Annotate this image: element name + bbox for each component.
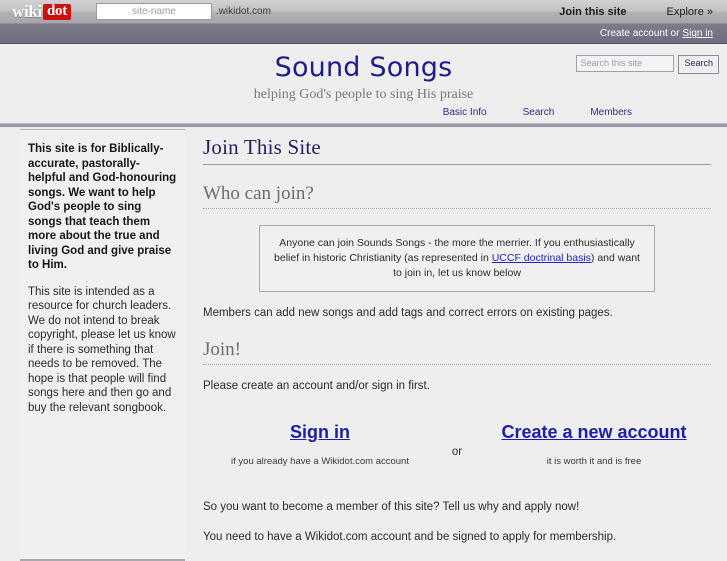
main-content: Join This Site Who can join? Anyone can … <box>203 129 711 561</box>
create-account-caption: it is worth it and is free <box>546 456 642 467</box>
wikidot-bar-right-links: Join this site Explore » <box>519 6 727 18</box>
site-header: Sound Songs helping God's people to sing… <box>0 44 727 127</box>
sidebar: This site is for Biblically-accurate, pa… <box>20 129 185 561</box>
explore-link[interactable]: Explore » <box>667 6 713 18</box>
sign-in-link-topbar[interactable]: Sign in <box>682 28 713 39</box>
top-navigation: Basic Info Search Members <box>443 107 632 118</box>
sidebar-lead-paragraph: This site is for Biblically-accurate, pa… <box>28 143 177 271</box>
uccf-doctrinal-basis-link[interactable]: UCCF doctrinal basis <box>492 252 591 264</box>
create-account-text: Create account or <box>599 28 680 39</box>
create-account-link[interactable]: Create a new account <box>501 422 686 443</box>
sidebar-second-paragraph: This site is intended as a resource for … <box>28 285 176 414</box>
site-search-widget: Search this site Search <box>576 55 719 74</box>
wikidot-logo-dot: dot <box>42 3 71 20</box>
page-body: This site is for Biblically-accurate, pa… <box>0 124 727 561</box>
account-requirement: You need to have a Wikidot.com account a… <box>203 531 617 543</box>
info-box: Anyone can join Sounds Songs - the more … <box>259 225 655 292</box>
wikidot-domain-suffix: .wikidot.com <box>215 6 271 17</box>
members-note: Members can add new songs and add tags a… <box>203 307 613 319</box>
join-instruction: Please create an account and/or sign in … <box>203 380 430 392</box>
site-name-input[interactable]: site-name <box>95 3 212 20</box>
nav-item-search[interactable]: Search <box>523 107 555 118</box>
section-heading-join: Join! <box>203 339 711 365</box>
nav-item-members[interactable]: Members <box>590 107 632 118</box>
search-input[interactable]: Search this site <box>576 55 675 72</box>
wikidot-logo-wiki: wiki <box>12 1 42 21</box>
wikidot-top-bar: wiki dot site-name .wikidot.com Join this… <box>0 0 727 24</box>
sign-in-link[interactable]: Sign in <box>290 422 350 443</box>
wikidot-logo[interactable]: wiki dot <box>12 2 71 22</box>
sign-in-caption: if you already have a Wikidot.com accoun… <box>231 456 409 467</box>
page-title: Join This Site <box>203 135 711 165</box>
apply-prompt: So you want to become a member of this s… <box>203 501 580 513</box>
nav-item-basic-info[interactable]: Basic Info <box>443 107 487 118</box>
auth-or-separator: or <box>451 446 463 458</box>
auth-options-row: Sign in if you already have a Wikidot.co… <box>203 422 711 467</box>
sign-in-column: Sign in if you already have a Wikidot.co… <box>203 422 437 467</box>
create-account-column: Create a new account it is worth it and … <box>477 422 711 467</box>
search-button[interactable]: Search <box>678 55 719 74</box>
join-this-site-link[interactable]: Join this site <box>559 6 626 18</box>
membership-footer-text: So you want to become a member of this s… <box>203 501 711 543</box>
section-heading-who-can-join: Who can join? <box>203 183 711 209</box>
account-bar: Create account or Sign in <box>0 24 727 44</box>
site-subtitle: helping God's people to sing His praise <box>253 87 474 102</box>
